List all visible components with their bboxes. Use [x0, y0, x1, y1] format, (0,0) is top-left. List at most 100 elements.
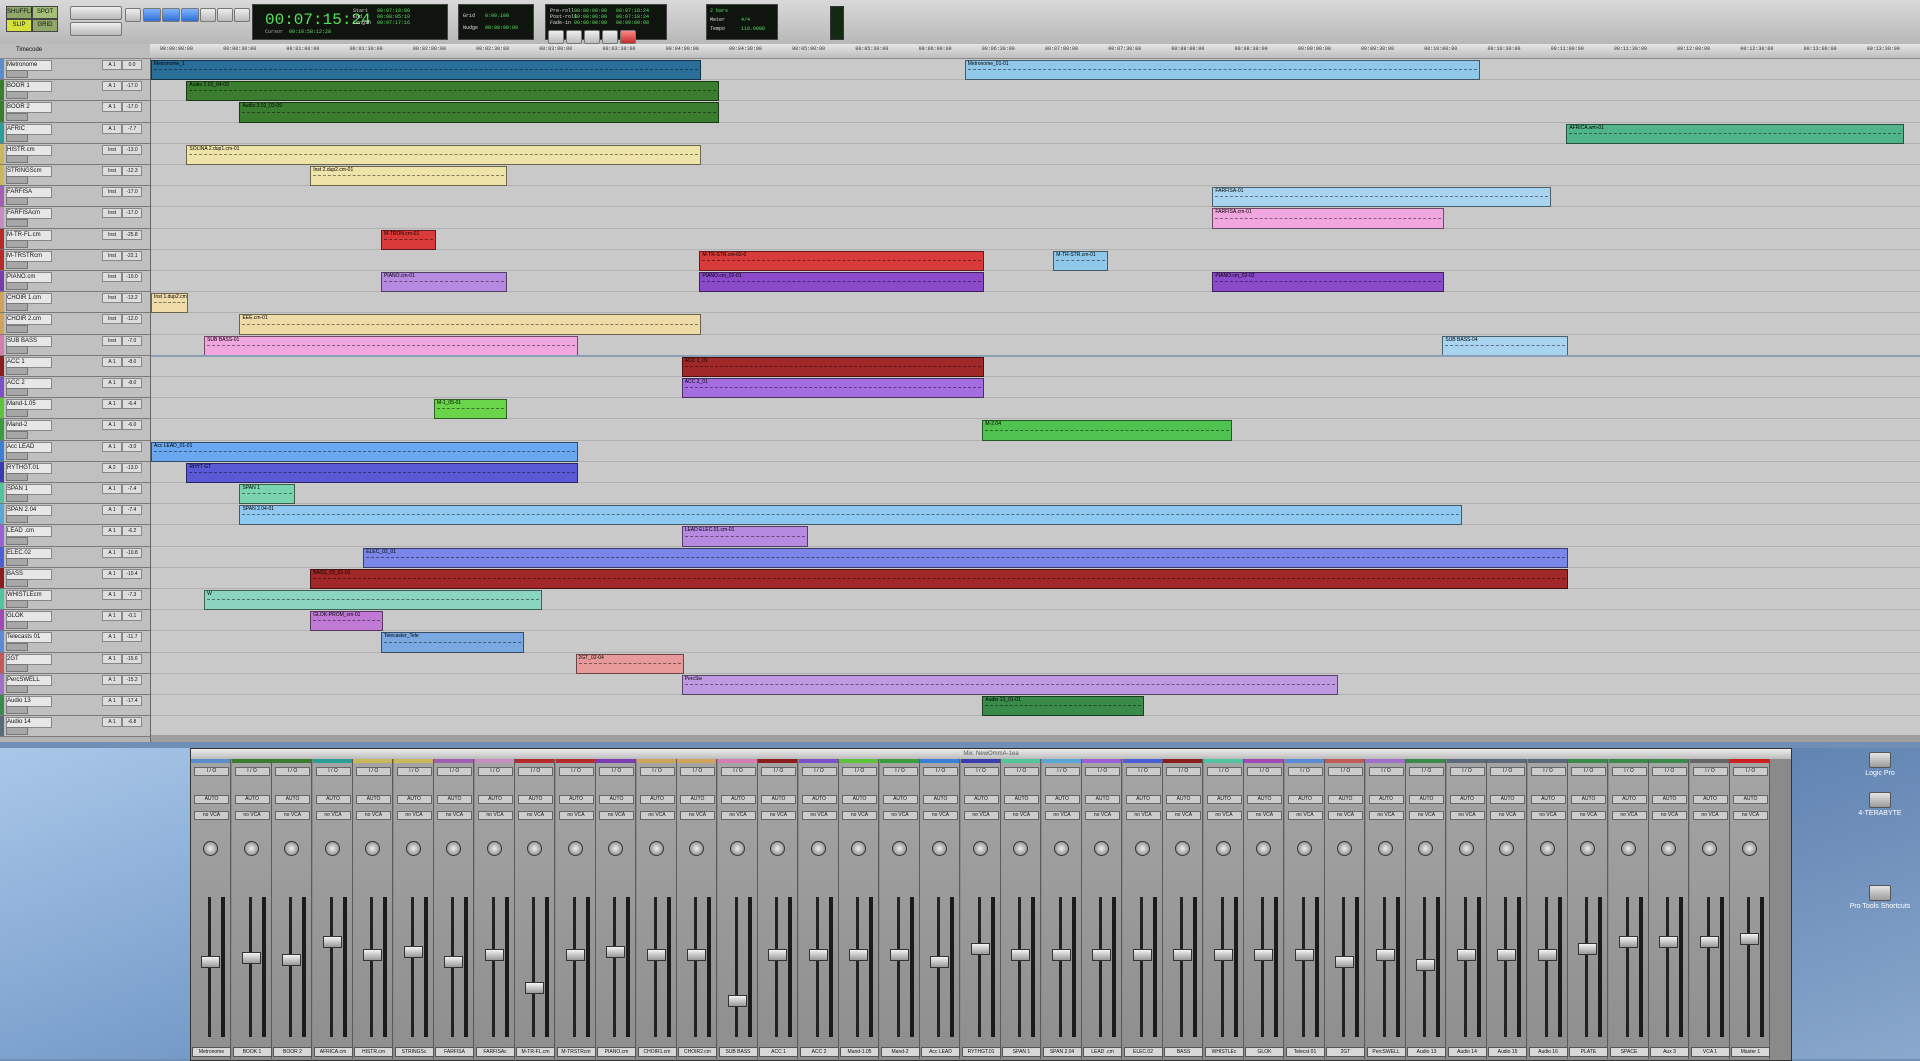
mute-solo-buttons[interactable] — [6, 133, 28, 142]
volume-fader[interactable] — [768, 949, 787, 961]
vca-selector[interactable]: no VCA — [275, 811, 310, 820]
track-input-selector[interactable]: A 1 — [102, 81, 122, 92]
vca-selector[interactable]: no VCA — [1328, 811, 1363, 820]
volume-fader[interactable] — [1011, 949, 1030, 961]
track-row[interactable]: SPAN 1A 1 -7.4 — [0, 483, 150, 505]
vca-selector[interactable]: no VCA — [1530, 811, 1566, 820]
track-row[interactable]: AFRIC A 1 -7.7 — [0, 122, 150, 144]
track-row[interactable]: SPAN 2.04 A 1 -7.4 — [0, 504, 150, 526]
track-row[interactable]: CHOIR 2.cm Inst -12.0 — [0, 313, 150, 335]
audio-region[interactable]: EEE.cm-01 — [239, 314, 702, 335]
track-volume-value[interactable]: -0.1 — [122, 611, 142, 622]
volume-fader[interactable] — [889, 949, 909, 961]
volume-fader[interactable] — [1132, 949, 1152, 961]
io-selector[interactable]: I / O — [1571, 767, 1606, 776]
track-row[interactable]: PIANO.cm Inst -10.0 — [0, 271, 150, 293]
volume-fader[interactable] — [1213, 949, 1233, 961]
strip-name[interactable]: Audio 15 — [1488, 1047, 1527, 1057]
io-selector[interactable]: I / O — [1166, 767, 1201, 776]
io-selector[interactable]: I / O — [1733, 767, 1768, 776]
vca-selector[interactable]: no VCA — [1449, 811, 1485, 820]
volume-fader[interactable] — [849, 949, 868, 961]
volume-fader[interactable] — [727, 994, 747, 1007]
automation-mode[interactable]: AUTO — [1449, 795, 1485, 804]
io-selector[interactable]: I / O — [842, 767, 877, 776]
mute-solo-buttons[interactable] — [6, 430, 28, 439]
spot-mode-button[interactable]: SPOT — [32, 6, 58, 19]
volume-fader[interactable] — [646, 949, 666, 961]
io-selector[interactable]: I / O — [882, 767, 918, 776]
track-volume-value[interactable]: -17.0 — [122, 208, 142, 219]
track-input-selector[interactable]: A 1 — [102, 378, 122, 388]
audio-region[interactable]: GLOK-PROM_cm-01 — [310, 611, 383, 632]
track-volume-value[interactable]: -17.4 — [122, 696, 142, 706]
automation-mode[interactable]: AUTO — [761, 795, 796, 804]
io-selector[interactable]: I / O — [1368, 767, 1404, 776]
track-volume-value[interactable]: -17.0 — [122, 102, 142, 113]
track-row[interactable]: Acc LEAD A 1 -3.0 — [0, 440, 150, 462]
volume-fader[interactable] — [1578, 942, 1597, 955]
desktop-icon-drive[interactable]: 4-TERABYTE — [1840, 792, 1920, 817]
strip-name[interactable]: HISTR.cm — [354, 1047, 393, 1057]
pan-knob[interactable] — [1134, 841, 1150, 856]
audio-region[interactable]: Metronome_01-01 — [964, 60, 1480, 81]
strip-name[interactable]: PercSWELL — [1366, 1047, 1406, 1057]
timeline-lane[interactable] — [151, 377, 1920, 399]
track-row[interactable]: M-TR-FL.cm Inst -25.8 — [0, 228, 150, 250]
strip-name[interactable]: Telecst 01 — [1285, 1047, 1325, 1057]
stop-button[interactable] — [566, 30, 582, 44]
track-volume-value[interactable]: -25.8 — [122, 229, 142, 240]
io-selector[interactable]: I / O — [720, 767, 756, 776]
vca-selector[interactable]: no VCA — [1004, 811, 1039, 820]
audio-region[interactable]: Audio 3.02_03-09 — [239, 102, 720, 123]
pan-knob[interactable] — [1175, 841, 1190, 856]
audio-region[interactable]: Telecaster_Tele — [380, 632, 525, 653]
strip-name[interactable]: ACC 2 — [799, 1047, 839, 1057]
audio-region[interactable]: SPAN 1 — [239, 484, 295, 505]
io-selector[interactable]: I / O — [1611, 767, 1647, 776]
vca-selector[interactable]: no VCA — [194, 811, 229, 820]
automation-mode[interactable]: AUTO — [1247, 795, 1282, 804]
audio-region[interactable]: Inst 2.dup2.cm-01 — [310, 166, 507, 187]
volume-fader[interactable] — [363, 949, 382, 961]
track-volume-value[interactable]: -8.0 — [122, 378, 142, 388]
pan-knob[interactable] — [1256, 841, 1271, 856]
vca-selector[interactable]: no VCA — [680, 811, 715, 820]
strip-name[interactable]: PLATE — [1569, 1047, 1608, 1057]
audio-region[interactable]: W — [204, 590, 543, 611]
vca-selector[interactable]: no VCA — [720, 811, 756, 820]
grid-value[interactable]: 0:00.100 — [485, 13, 509, 19]
automation-mode[interactable]: AUTO — [1530, 795, 1566, 804]
audio-region[interactable]: PIANO.cm-01 — [380, 272, 507, 293]
strip-name[interactable]: AFRICA.cm — [313, 1047, 353, 1057]
vca-selector[interactable]: no VCA — [315, 811, 351, 820]
audio-region[interactable]: M-TR-STR.cm-02-0 — [699, 250, 985, 271]
mute-solo-buttons[interactable] — [6, 451, 28, 460]
pan-knob[interactable] — [324, 841, 340, 856]
automation-mode[interactable]: AUTO — [1328, 795, 1363, 804]
timeline-lane[interactable] — [151, 186, 1920, 208]
io-selector[interactable]: I / O — [1692, 767, 1728, 776]
io-selector[interactable]: I / O — [1490, 767, 1525, 776]
track-volume-value[interactable]: -7.4 — [122, 484, 142, 494]
audio-region[interactable]: ACC 2_01 — [681, 378, 985, 399]
pan-knob[interactable] — [203, 841, 218, 856]
mute-solo-buttons[interactable] — [6, 260, 28, 269]
track-row[interactable]: WHISTLEcm A 1 -7.3 — [0, 589, 150, 611]
io-selector[interactable]: I / O — [599, 767, 634, 776]
meter-value[interactable]: 4/4 — [741, 17, 750, 23]
vca-selector[interactable]: no VCA — [518, 811, 553, 820]
pan-knob[interactable] — [810, 841, 826, 856]
shuffle-mode-button[interactable]: SHUFFLE — [6, 6, 34, 19]
pan-knob[interactable] — [527, 841, 542, 856]
audio-region[interactable]: Audio 2.02_04-09 — [186, 81, 720, 102]
track-row[interactable]: ACC 1A 1 -8.0 — [0, 355, 150, 377]
pan-knob[interactable] — [1539, 841, 1555, 856]
pan-knob[interactable] — [284, 841, 299, 856]
automation-mode[interactable]: AUTO — [356, 795, 391, 804]
strip-name[interactable]: RYTHGT.01 — [961, 1047, 1001, 1057]
selector-tool-icon[interactable] — [162, 8, 180, 22]
automation-mode[interactable]: AUTO — [518, 795, 553, 804]
track-input-selector[interactable]: Inst — [102, 314, 122, 325]
track-volume-value[interactable]: -7.3 — [122, 590, 142, 600]
